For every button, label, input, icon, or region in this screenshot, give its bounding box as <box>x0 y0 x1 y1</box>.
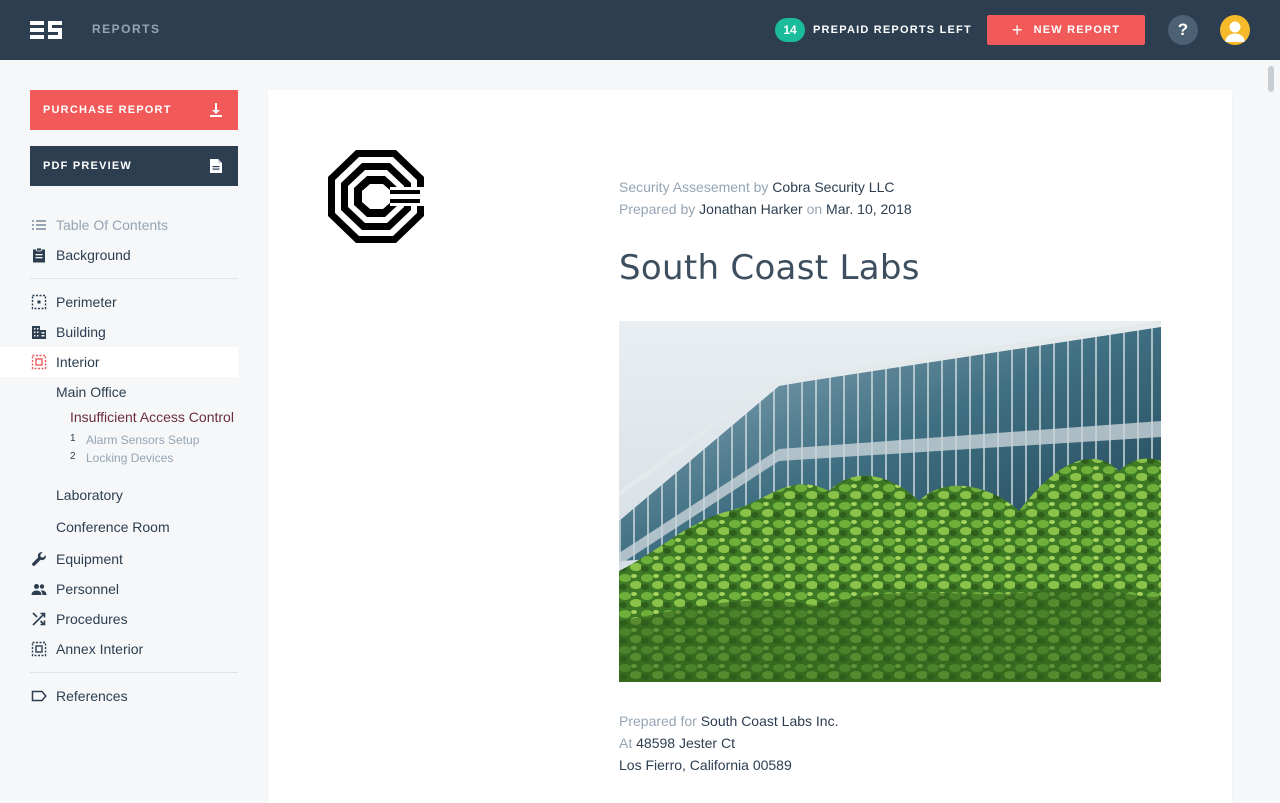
nav-laboratory[interactable]: Laboratory <box>56 487 123 503</box>
nav-perimeter[interactable]: Perimeter <box>0 287 238 317</box>
nav-insufficient-access-control[interactable]: Insufficient Access Control <box>70 409 234 425</box>
city-address: Los Fierro, California 00589 <box>619 757 792 773</box>
nav-alarm-sensors-setup[interactable]: 1 Alarm Sensors Setup <box>70 433 199 447</box>
nav-label: Equipment <box>56 551 123 567</box>
nav-label: Interior <box>56 354 100 370</box>
interior-icon <box>31 354 47 370</box>
tag-icon <box>31 690 47 702</box>
street-address: 48598 Jester Ct <box>636 735 735 751</box>
plus-icon: + <box>1011 20 1024 40</box>
item-number: 2 <box>70 451 76 462</box>
at-label: At <box>619 735 633 751</box>
sidebar: PURCHASE REPORT PDF PREVIEW Table Of Con… <box>0 60 268 803</box>
app-title[interactable]: REPORTS <box>92 22 161 36</box>
prepared-by-prefix: Prepared by <box>619 201 696 217</box>
assessment-prefix: Security Assesement by <box>619 179 769 195</box>
scrollbar-track[interactable] <box>1266 62 1274 803</box>
help-button[interactable]: ? <box>1168 15 1198 45</box>
report-document: Security Assesement by Cobra Security LL… <box>268 90 1232 803</box>
app-logo-icon[interactable] <box>30 20 62 40</box>
document-icon <box>210 159 222 173</box>
purchase-report-button[interactable]: PURCHASE REPORT <box>30 90 238 130</box>
list-icon <box>32 220 46 230</box>
prepared-by-line: Prepared by Jonathan Harker on Mar. 10, … <box>619 201 912 217</box>
nav-background[interactable]: Background <box>0 240 238 270</box>
nav-label: References <box>56 688 128 704</box>
prepared-by-name: Jonathan Harker <box>699 201 803 217</box>
item-number: 1 <box>70 433 76 444</box>
assessment-company: Cobra Security LLC <box>772 179 895 195</box>
nav-personnel[interactable]: Personnel <box>0 574 238 604</box>
report-title: South Coast Labs <box>619 248 920 288</box>
credits-count-badge: 14 <box>775 18 805 42</box>
item-label: Alarm Sensors Setup <box>86 433 200 447</box>
top-bar: REPORTS 14 PREPAID REPORTS LEFT + NEW RE… <box>0 0 1280 60</box>
prepaid-credits: 14 PREPAID REPORTS LEFT <box>775 18 972 42</box>
nav-label: Procedures <box>56 611 128 627</box>
nav-interior[interactable]: Interior <box>0 347 238 377</box>
address-line-1: At 48598 Jester Ct <box>619 735 735 751</box>
address-line-2: Los Fierro, California 00589 <box>619 757 792 773</box>
new-report-button[interactable]: + NEW REPORT <box>987 15 1145 45</box>
clipboard-icon <box>33 247 45 263</box>
download-icon <box>210 103 222 117</box>
prepared-for-name: South Coast Labs Inc. <box>700 713 839 729</box>
wrench-icon <box>32 552 46 566</box>
purchase-report-label: PURCHASE REPORT <box>43 104 172 116</box>
sidebar-divider <box>30 672 238 673</box>
nav-locking-devices[interactable]: 2 Locking Devices <box>70 451 173 465</box>
assessment-line: Security Assesement by Cobra Security LL… <box>619 179 894 195</box>
user-avatar[interactable] <box>1220 15 1250 45</box>
pdf-preview-button[interactable]: PDF PREVIEW <box>30 146 238 186</box>
building-icon <box>32 326 46 339</box>
nav-building[interactable]: Building <box>0 317 238 347</box>
report-date: Mar. 10, 2018 <box>826 201 912 217</box>
nav-label: Annex Interior <box>56 641 144 657</box>
pdf-preview-label: PDF PREVIEW <box>43 160 132 172</box>
nav-references[interactable]: References <box>0 681 238 711</box>
on-label: on <box>806 201 823 217</box>
nav-label: Perimeter <box>56 294 117 310</box>
nav-conference-room[interactable]: Conference Room <box>56 519 170 535</box>
scrollbar-thumb[interactable] <box>1268 66 1274 92</box>
prepared-for-line: Prepared for South Coast Labs Inc. <box>619 713 838 729</box>
nav-annex-interior[interactable]: Annex Interior <box>0 634 238 664</box>
interior-icon <box>31 641 47 657</box>
new-report-label: NEW REPORT <box>1033 24 1121 36</box>
nav-equipment[interactable]: Equipment <box>0 544 238 574</box>
nav-label: Table Of Contents <box>56 217 169 233</box>
sidebar-divider <box>30 278 238 279</box>
credits-label: PREPAID REPORTS LEFT <box>813 24 972 36</box>
nav-label: Personnel <box>56 581 120 597</box>
prepared-for-prefix: Prepared for <box>619 713 697 729</box>
shuffle-icon <box>32 612 46 626</box>
company-logo-icon <box>328 150 424 243</box>
item-label: Locking Devices <box>86 451 174 465</box>
nav-table-of-contents[interactable]: Table Of Contents <box>0 210 238 240</box>
people-icon <box>31 584 47 595</box>
user-icon <box>1225 21 1245 42</box>
nav-procedures[interactable]: Procedures <box>0 604 238 634</box>
nav-label: Building <box>56 324 106 340</box>
nav-label: Background <box>56 247 131 263</box>
nav-main-office[interactable]: Main Office <box>56 384 127 400</box>
building-photo <box>619 321 1161 682</box>
perimeter-icon <box>31 294 47 310</box>
